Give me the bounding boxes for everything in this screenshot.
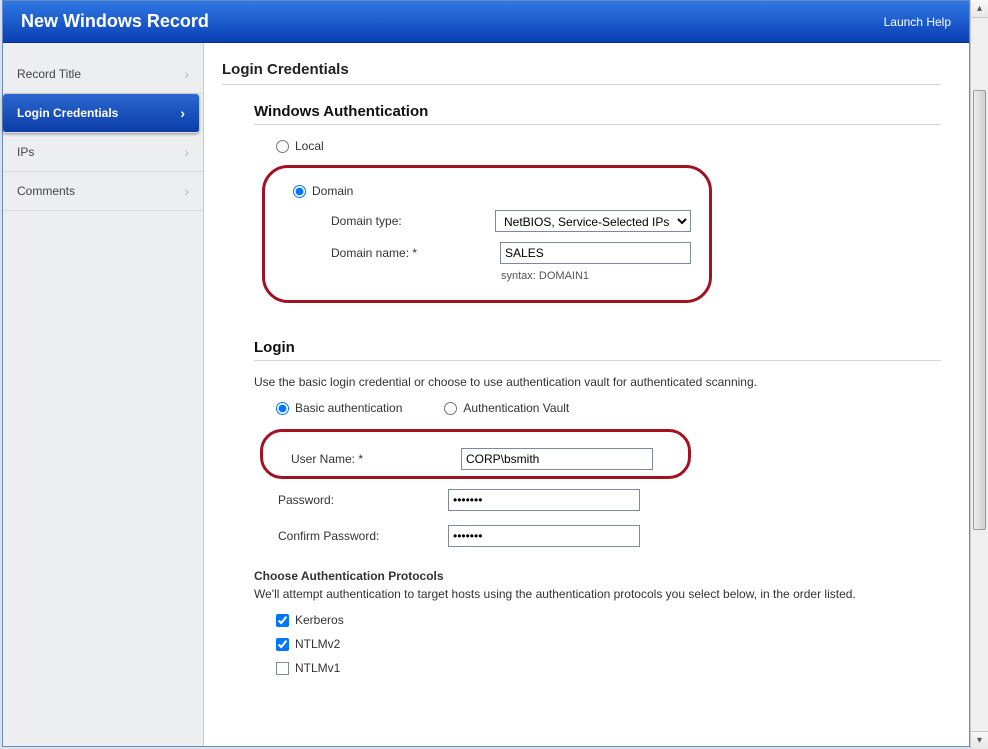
radio-domain-label: Domain — [312, 184, 353, 198]
scrollbar-thumb[interactable] — [973, 90, 986, 530]
launch-help-link[interactable]: Launch Help — [884, 15, 951, 29]
radio-auth-vault[interactable] — [444, 402, 457, 415]
sidebar-item-comments[interactable]: Comments › — [3, 172, 203, 211]
sidebar-item-label: Comments — [17, 184, 75, 198]
page-title: Login Credentials — [222, 61, 941, 85]
chevron-right-icon: › — [184, 183, 189, 199]
username-highlight-box: User Name: * — [260, 429, 691, 479]
radio-local-label: Local — [295, 139, 324, 153]
radio-domain[interactable] — [293, 185, 306, 198]
sidebar: Record Title › Login Credentials › IPs ›… — [3, 43, 204, 746]
window-frame: New Windows Record Launch Help Record Ti… — [2, 0, 970, 747]
confirm-password-label: Confirm Password: — [278, 529, 448, 543]
radio-auth-vault-label: Authentication Vault — [463, 401, 569, 415]
checkbox-kerberos-label: Kerberos — [295, 613, 344, 627]
protocols-heading: Choose Authentication Protocols — [254, 569, 941, 583]
username-label: User Name: * — [291, 452, 461, 466]
username-input[interactable] — [461, 448, 653, 470]
domain-type-label: Domain type: — [331, 214, 495, 228]
domain-highlight-box: Domain Domain type: NetBIOS, Service-Sel… — [262, 165, 712, 303]
sidebar-item-login-credentials[interactable]: Login Credentials › — [3, 94, 199, 133]
checkbox-ntlmv2[interactable] — [276, 638, 289, 651]
checkbox-ntlmv2-label: NTLMv2 — [295, 637, 340, 651]
chevron-right-icon: › — [180, 105, 185, 121]
domain-name-hint: syntax: DOMAIN1 — [501, 270, 691, 282]
scroll-up-button[interactable]: ▴ — [971, 0, 988, 18]
sidebar-item-label: IPs — [17, 145, 34, 159]
password-input[interactable] — [448, 489, 640, 511]
sidebar-item-label: Record Title — [17, 67, 81, 81]
login-help-text: Use the basic login credential or choose… — [254, 375, 941, 389]
domain-name-input[interactable] — [500, 242, 691, 264]
radio-basic-auth[interactable] — [276, 402, 289, 415]
chevron-right-icon: › — [184, 144, 189, 160]
content-area: Login Credentials Windows Authentication… — [204, 43, 969, 746]
radio-auth-vault-wrap[interactable]: Authentication Vault — [444, 401, 569, 415]
protocols-help-text: We'll attempt authentication to target h… — [254, 587, 941, 601]
scroll-down-button[interactable]: ▾ — [971, 731, 988, 749]
chevron-right-icon: › — [184, 66, 189, 82]
checkbox-ntlmv1-label: NTLMv1 — [295, 661, 340, 675]
password-label: Password: — [278, 493, 448, 507]
radio-basic-auth-label: Basic authentication — [295, 401, 402, 415]
sidebar-item-label: Login Credentials — [17, 106, 118, 120]
titlebar: New Windows Record Launch Help — [3, 1, 969, 43]
sidebar-item-record-title[interactable]: Record Title › — [3, 55, 203, 94]
window-title: New Windows Record — [21, 11, 209, 32]
checkbox-kerberos[interactable] — [276, 614, 289, 627]
domain-name-label: Domain name: * — [331, 246, 500, 260]
section-heading-windows-auth: Windows Authentication — [254, 103, 941, 125]
radio-local[interactable] — [276, 140, 289, 153]
checkbox-ntlmv1[interactable] — [276, 662, 289, 675]
vertical-scrollbar[interactable]: ▴ ▾ — [970, 0, 988, 749]
radio-basic-auth-wrap[interactable]: Basic authentication — [276, 401, 402, 415]
confirm-password-input[interactable] — [448, 525, 640, 547]
sidebar-item-ips[interactable]: IPs › — [3, 133, 203, 172]
domain-type-select[interactable]: NetBIOS, Service-Selected IPs — [495, 210, 691, 232]
section-heading-login: Login — [254, 339, 941, 361]
